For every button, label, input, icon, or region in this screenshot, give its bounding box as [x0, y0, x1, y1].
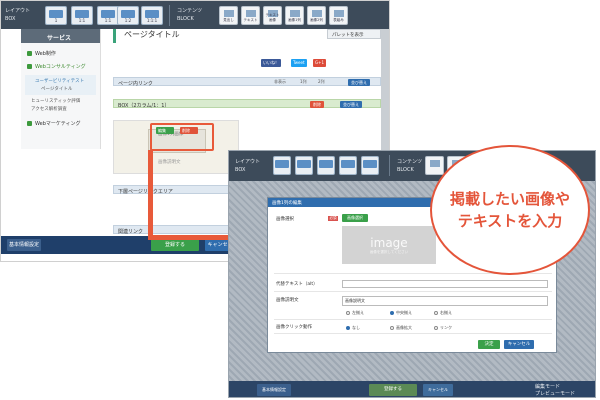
radio-icon — [346, 311, 350, 315]
screenshot-root: レイアウト BOX 1 1:1 1:1 1:2 1:1:1 コンテンツ BLOC… — [0, 0, 600, 400]
position-center-radio[interactable]: 中央揃え — [390, 310, 412, 316]
table-icon — [334, 10, 344, 17]
sidebar-item-web-consulting[interactable]: Webコンサルティング — [21, 60, 100, 73]
callout-bubble: 掲載したい画像や テキストを入力 — [430, 145, 590, 275]
image-select-button[interactable]: 画像選択 — [342, 214, 368, 222]
tweet-button[interactable]: Tweet — [291, 59, 307, 67]
anchor-option-1col[interactable]: 1列 — [300, 79, 307, 85]
edit-mode-radio[interactable]: 編集モード — [535, 384, 560, 390]
alt-text-row: 代替テキスト（alt） — [274, 278, 552, 292]
register-button[interactable]: 登録する — [151, 239, 199, 251]
radio-icon — [390, 326, 394, 330]
callout-line-1: 掲載したい画像や — [449, 190, 570, 208]
sidebar: サービス Web制作 Webコンサルティング ユーザービリティテスト ページタイ… — [21, 29, 101, 149]
box-label: BOX — [5, 16, 16, 22]
required-badge: 必須 — [328, 216, 338, 221]
sidebar-header: サービス — [21, 29, 100, 43]
block-caption: 画像説明文 — [158, 160, 181, 165]
layout-1-2-button[interactable]: 1:2 — [117, 6, 139, 25]
radio-icon — [434, 326, 438, 330]
image-2col-block-button[interactable]: 画像2列 — [307, 6, 326, 25]
anchor-sort-button[interactable]: 並び替え — [348, 79, 370, 86]
caption-row: 画像説明文 画像説明文 左揃え 中央揃え 右揃え — [274, 294, 552, 320]
image-1col-icon — [290, 10, 300, 17]
box-bar: BOX（2カラム/1：1） 削除 並び替え — [113, 99, 381, 109]
layout-1-1-button[interactable]: 1:1 — [71, 6, 93, 25]
layout-1-1-button[interactable] — [295, 156, 313, 175]
text-icon — [246, 10, 256, 17]
layout-1-1b-icon — [101, 10, 115, 18]
dialog-ok-button[interactable]: 決定 — [478, 340, 500, 349]
anchor-option-hidden[interactable]: 非表示 — [274, 79, 286, 85]
heading-block-button[interactable]: 見出し — [219, 6, 238, 25]
layout-1-button[interactable]: 1 — [45, 6, 67, 25]
register-button[interactable]: 登録する — [369, 384, 417, 396]
sidebar-item-web-production[interactable]: Web制作 — [21, 47, 100, 60]
image-preview: image 画像を選択してください — [342, 226, 436, 264]
image-2col-icon — [312, 10, 322, 17]
layout-1-2-button[interactable] — [339, 156, 357, 175]
sidebar-sub-analytics[interactable]: アクセス解析調査 — [21, 105, 100, 113]
basic-settings-button[interactable]: 基本情報設定 — [257, 384, 291, 396]
alt-text-input[interactable] — [342, 280, 548, 288]
preview-mode-radio[interactable]: プレビューモード — [535, 391, 575, 397]
content-label: コンテンツ — [177, 8, 203, 14]
layout-1-2-icon — [121, 10, 135, 18]
heading-icon — [224, 10, 234, 17]
layout-1-1-1-icon — [145, 10, 159, 18]
layout-1-1-1-button[interactable]: 1:1:1 — [141, 6, 163, 25]
radio-selected-icon — [346, 326, 350, 330]
image-1col-block-button[interactable]: 画像1列 — [285, 6, 304, 25]
check-icon — [27, 64, 32, 69]
sidebar-subnav: ユーザービリティテスト ページタイトル — [25, 75, 96, 95]
radio-selected-icon — [390, 311, 394, 315]
caption-input[interactable]: 画像説明文 — [342, 296, 548, 306]
heading-block-button[interactable] — [425, 156, 444, 175]
layout-1-button[interactable] — [273, 156, 291, 175]
radio-icon — [434, 311, 438, 315]
editor-toolbar: レイアウト BOX 1 1:1 1:1 1:2 1:1:1 コンテンツ BLOC… — [1, 1, 389, 29]
sidebar-sub-usability[interactable]: ユーザービリティテスト — [25, 77, 96, 85]
check-icon — [27, 121, 32, 126]
text-image-block-button[interactable]: テキスト画像 — [263, 6, 282, 25]
basic-settings-button[interactable]: 基本情報設定 — [7, 239, 41, 251]
layout-1-1-icon — [75, 10, 89, 18]
cancel-button[interactable]: キャンセル — [423, 384, 453, 396]
palette-toggle-button[interactable]: パレットを表示 — [327, 29, 381, 39]
layout-label: レイアウト — [5, 8, 31, 14]
click-zoom-radio[interactable]: 画像拡大 — [390, 325, 412, 331]
click-none-radio[interactable]: なし — [346, 325, 360, 331]
click-action-row: 画像クリック動作 なし 画像拡大 リンク — [274, 322, 552, 334]
anchor-link-bar: ページ内リンク 非表示 1列 2列 並び替え — [113, 77, 381, 87]
layout-1-icon — [49, 10, 63, 18]
box-sort-button[interactable]: 並び替え — [340, 101, 362, 108]
arrow-shaft-vertical — [148, 150, 153, 238]
toolbar-divider — [169, 5, 170, 26]
callout-line-2: テキストを入力 — [457, 212, 563, 230]
layout-1-1-1-button[interactable] — [361, 156, 379, 175]
sidebar-item-web-marketing[interactable]: Webマーケティング — [21, 117, 100, 130]
position-right-radio[interactable]: 右揃え — [434, 310, 452, 316]
anchor-option-2col[interactable]: 2列 — [318, 79, 325, 85]
dialog-cancel-button[interactable]: キャンセル — [504, 340, 534, 349]
check-icon — [27, 51, 32, 56]
block-label: BLOCK — [177, 16, 194, 22]
sidebar-sub-heuristic[interactable]: ヒューリスティック評価 — [21, 97, 100, 105]
box-delete-button[interactable]: 削除 — [310, 101, 324, 108]
position-left-radio[interactable]: 左揃え — [346, 310, 364, 316]
page-title[interactable]: ページタイトル — [113, 29, 293, 43]
table-block-button[interactable]: 表組み — [329, 6, 348, 25]
layout-1-1b-button[interactable] — [317, 156, 335, 175]
highlight-frame — [150, 123, 214, 151]
text-block-button[interactable]: テキスト — [241, 6, 260, 25]
layout-1-1b-button[interactable]: 1:1 — [97, 6, 119, 25]
modal-screen-bottom-bar: 基本情報設定 登録する キャンセル 編集モード プレビューモード — [229, 381, 595, 397]
sidebar-sub-page-title[interactable]: ページタイトル — [25, 85, 96, 93]
facebook-like-button[interactable]: いいね！ — [261, 59, 281, 67]
google-plus-button[interactable]: G+1 — [313, 59, 326, 67]
click-link-radio[interactable]: リンク — [434, 325, 452, 331]
